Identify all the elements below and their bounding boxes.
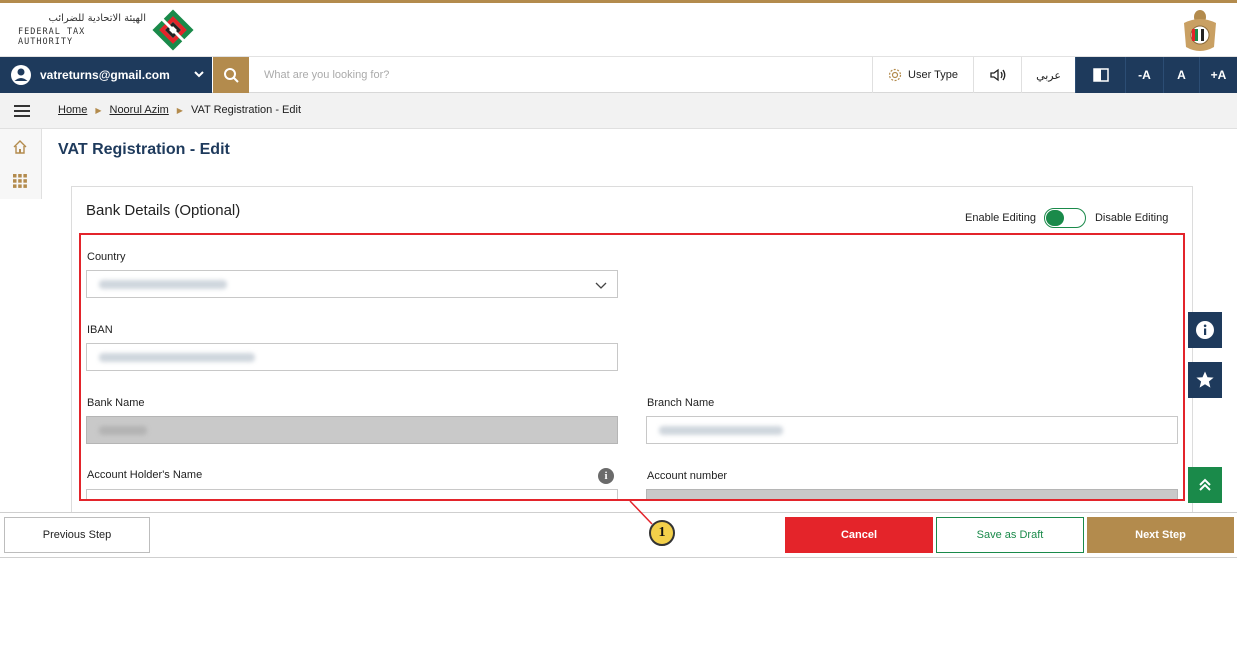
fta-logo-icon[interactable] — [150, 7, 196, 53]
branch-name-input[interactable] — [646, 416, 1178, 444]
uae-emblem-icon — [1184, 10, 1216, 51]
language-label: عربي — [1036, 69, 1061, 82]
user-type-button[interactable]: User Type — [872, 57, 973, 93]
info-circle-icon — [1196, 321, 1214, 339]
country-label: Country — [87, 251, 126, 263]
user-email: vatreturns@gmail.com — [40, 68, 170, 82]
contrast-icon — [1092, 68, 1109, 82]
redacted-value — [99, 353, 255, 362]
info-icon[interactable]: i — [598, 468, 614, 484]
breadcrumb-separator-icon: ▶ — [176, 105, 183, 115]
font-normal-label: A — [1177, 68, 1186, 82]
star-icon — [1196, 371, 1214, 388]
user-type-label: User Type — [908, 69, 958, 81]
cancel-button[interactable]: Cancel — [785, 517, 933, 553]
side-rail — [0, 129, 42, 199]
toggle-knob — [1045, 210, 1064, 226]
page-title: VAT Registration - Edit — [58, 141, 230, 158]
search-icon — [224, 68, 239, 83]
font-normal-button[interactable]: A — [1163, 57, 1199, 93]
breadcrumb-home[interactable]: Home — [58, 104, 87, 116]
account-number-input — [646, 489, 1178, 501]
page: الهيئة الاتحادية للضرائب FEDERAL TAX AUT… — [0, 0, 1237, 648]
country-select[interactable] — [86, 270, 618, 298]
header: الهيئة الاتحادية للضرائب FEDERAL TAX AUT… — [0, 3, 1237, 57]
editing-toggle-switch[interactable] — [1043, 208, 1086, 228]
breadcrumb-separator-icon: ▶ — [95, 105, 102, 115]
font-decrease-button[interactable]: -A — [1125, 57, 1163, 93]
account-holder-input[interactable] — [86, 489, 618, 501]
account-holder-label: Account Holder's Name — [87, 469, 203, 481]
search-input[interactable] — [252, 57, 872, 93]
info-float-button[interactable] — [1188, 312, 1222, 348]
home-icon[interactable] — [12, 139, 28, 155]
breadcrumb-bar: Home ▶ Noorul Azim ▶ VAT Registration - … — [0, 93, 1237, 129]
apps-grid-icon[interactable] — [12, 173, 28, 189]
chevron-down-icon — [194, 71, 204, 78]
previous-step-button[interactable]: Previous Step — [4, 517, 150, 553]
footer-action-bar: Previous Step Cancel Save as Draft Next … — [0, 512, 1237, 558]
gear-icon — [888, 68, 902, 82]
breadcrumb: Home ▶ Noorul Azim ▶ VAT Registration - … — [58, 104, 301, 116]
audio-button[interactable] — [973, 57, 1021, 93]
font-increase-button[interactable]: +A — [1199, 57, 1237, 93]
scroll-top-button[interactable] — [1188, 467, 1222, 503]
logo-english-text: FEDERAL TAX AUTHORITY — [18, 27, 86, 47]
top-toolbar: vatreturns@gmail.com User Type — [0, 57, 1237, 93]
language-toggle[interactable]: عربي — [1021, 57, 1075, 93]
save-draft-button[interactable]: Save as Draft — [936, 517, 1084, 553]
breadcrumb-user[interactable]: Noorul Azim — [110, 104, 169, 116]
callout-marker: 1 — [649, 520, 675, 546]
branch-name-label: Branch Name — [647, 397, 715, 409]
double-chevron-up-icon — [1199, 478, 1211, 491]
account-number-label: Account number — [647, 470, 728, 482]
logo-arabic-text: الهيئة الاتحادية للضرائب — [48, 13, 146, 24]
disable-editing-label: Disable Editing — [1094, 212, 1169, 224]
font-increase-label: +A — [1210, 68, 1227, 82]
enable-editing-label: Enable Editing — [965, 212, 1036, 224]
chevron-down-icon — [595, 282, 607, 289]
user-account-menu[interactable]: vatreturns@gmail.com — [0, 57, 212, 93]
bank-name-label: Bank Name — [87, 397, 145, 409]
bank-name-input — [86, 416, 618, 444]
redacted-value — [659, 426, 783, 435]
fta-logo-text[interactable]: الهيئة الاتحادية للضرائب FEDERAL TAX AUT… — [18, 13, 146, 47]
search-button[interactable] — [213, 57, 249, 93]
redacted-value — [99, 426, 147, 435]
speaker-icon — [989, 68, 1005, 82]
user-avatar-icon — [11, 65, 31, 85]
breadcrumb-current: VAT Registration - Edit — [190, 104, 301, 116]
editing-toggle-group: Enable Editing Disable Editing — [965, 208, 1168, 228]
hamburger-menu-icon[interactable] — [14, 104, 30, 118]
redacted-value — [99, 280, 227, 289]
contrast-toggle[interactable] — [1075, 57, 1125, 93]
iban-input[interactable] — [86, 343, 618, 371]
bank-details-title: Bank Details (Optional) — [86, 202, 241, 219]
next-step-button[interactable]: Next Step — [1087, 517, 1234, 553]
font-decrease-label: -A — [1138, 68, 1151, 82]
favorite-float-button[interactable] — [1188, 362, 1222, 398]
iban-label: IBAN — [87, 324, 113, 336]
